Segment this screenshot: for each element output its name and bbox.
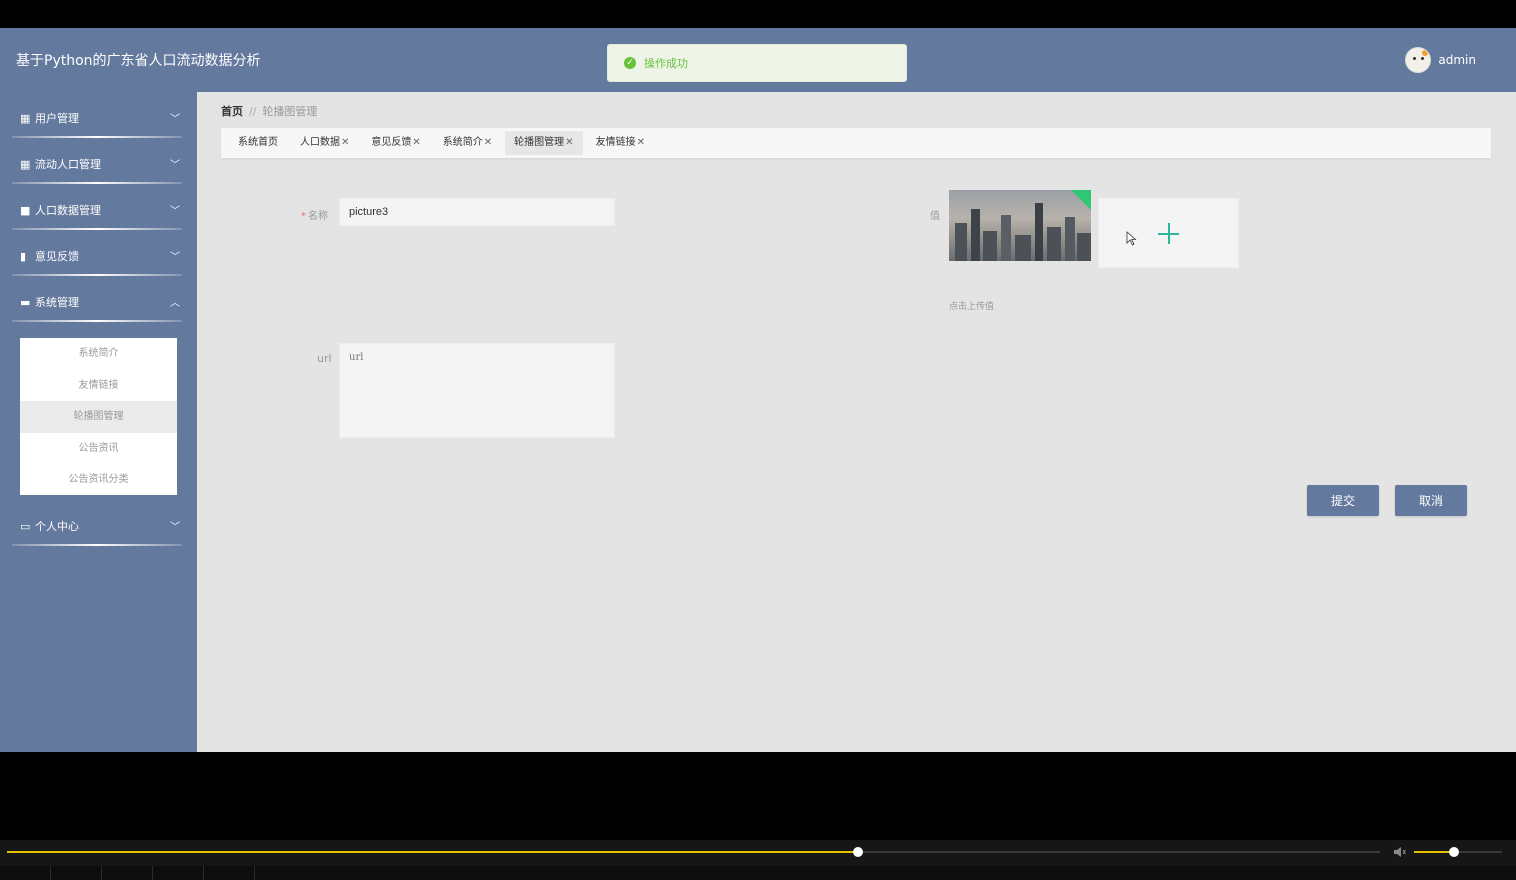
tab-system-intro[interactable]: 系统简介 ✕: [434, 131, 501, 155]
upload-hint: 点击上传值: [949, 302, 995, 312]
player-bottom-bar: [0, 866, 1516, 880]
tab-label: 轮播图管理: [514, 137, 565, 148]
app-window: 基于Python的广东省人口流动数据分析 ✓ 操作成功 admin ▦ 用户管理 ﹀…: [0, 28, 1516, 752]
breadcrumb: 首页 // 轮播图管理: [221, 103, 317, 119]
clipboard-icon: ▮: [20, 249, 27, 263]
success-flag-icon: [1071, 190, 1091, 210]
submenu-item-friend-links[interactable]: 友情链接: [20, 370, 177, 402]
app-title: 基于Python的广东省人口流动数据分析: [16, 53, 261, 69]
video-player-controls: [0, 840, 1516, 880]
sidebar-item-floating-population[interactable]: ▦ 流动人口管理 ﹀: [12, 138, 182, 184]
name-label: * 名称: [301, 207, 328, 222]
grid-icon: ▦: [20, 111, 31, 125]
name-label-text: 名称: [308, 211, 328, 222]
tab-carousel[interactable]: 轮播图管理 ✕: [505, 131, 583, 155]
tab-label: 人口数据: [300, 137, 340, 148]
menu-divider: [12, 320, 182, 322]
uploaded-image-preview[interactable]: [949, 190, 1091, 261]
sidebar-item-population-data[interactable]: ■ 人口数据管理 ﹀: [12, 184, 182, 230]
tab-home[interactable]: 系统首页: [229, 131, 287, 155]
breadcrumb-home[interactable]: 首页: [221, 105, 243, 118]
tab-label: 友情链接: [595, 137, 636, 148]
sidebar-item-personal-center[interactable]: ▭ 个人中心 ﹀: [12, 500, 182, 546]
name-input[interactable]: [339, 198, 615, 226]
close-icon[interactable]: ✕: [637, 131, 645, 155]
close-icon[interactable]: ✕: [412, 131, 420, 155]
chevron-down-icon: ﹀: [170, 252, 180, 263]
chevron-down-icon: ﹀: [170, 160, 180, 171]
monitor-icon: ▬: [20, 295, 31, 309]
mouse-cursor-icon: [1126, 231, 1137, 246]
card-icon: ▭: [20, 519, 31, 533]
sidebar-item-label: 人口数据管理: [35, 204, 101, 217]
value-label: 值: [930, 211, 940, 222]
grid-icon: ▦: [20, 157, 31, 171]
close-icon[interactable]: ✕: [484, 131, 492, 155]
volume-icon[interactable]: [1393, 845, 1407, 859]
user-menu[interactable]: admin: [1405, 47, 1476, 73]
close-icon[interactable]: ✕: [565, 131, 573, 155]
chevron-down-icon: ﹀: [170, 114, 180, 125]
menu-divider: [12, 544, 182, 546]
sidebar-item-label: 意见反馈: [35, 250, 79, 263]
tab-bar: 系统首页 人口数据 ✕ 意见反馈 ✕ 系统简介 ✕ 轮播图管理 ✕ 友情链接 ✕: [221, 128, 1491, 158]
volume-level: [1414, 851, 1454, 853]
sidebar-item-label: 系统管理: [35, 296, 79, 309]
success-toast: ✓ 操作成功: [607, 44, 907, 82]
submenu-item-announcement-categories[interactable]: 公告资讯分类: [20, 464, 177, 496]
url-textarea[interactable]: [339, 343, 615, 438]
check-circle-icon: ✓: [624, 57, 636, 69]
seek-handle[interactable]: [853, 847, 864, 857]
sidebar-item-system-management[interactable]: ▬ 系统管理 ︿: [12, 276, 182, 322]
tab-label: 系统简介: [442, 137, 483, 148]
tab-label: 意见反馈: [371, 137, 412, 148]
breadcrumb-separator: //: [249, 105, 257, 118]
tab-friend-links[interactable]: 友情链接 ✕: [587, 131, 654, 155]
avatar[interactable]: [1405, 47, 1432, 73]
top-header: 基于Python的广东省人口流动数据分析 ✓ 操作成功 admin: [0, 28, 1516, 92]
sidebar-item-label: 流动人口管理: [35, 158, 101, 171]
chevron-down-icon: ﹀: [170, 522, 180, 533]
sidebar-item-label: 用户管理: [35, 112, 79, 125]
system-submenu: 系统简介 友情链接 轮播图管理 公告资讯 公告资讯分类: [20, 338, 177, 495]
volume-slider[interactable]: [1414, 847, 1502, 857]
submenu-item-announcements[interactable]: 公告资讯: [20, 433, 177, 465]
seek-progress: [7, 851, 859, 853]
submenu-item-system-intro[interactable]: 系统简介: [20, 338, 177, 370]
url-label: url: [317, 352, 332, 365]
tab-population-data[interactable]: 人口数据 ✕: [291, 131, 358, 155]
tab-feedback[interactable]: 意见反馈 ✕: [362, 131, 429, 155]
close-icon[interactable]: ✕: [341, 131, 349, 155]
chevron-down-icon: ﹀: [170, 206, 180, 217]
briefcase-icon: ■: [20, 203, 31, 217]
seek-bar[interactable]: [7, 847, 1380, 857]
sidebar-item-user-management[interactable]: ▦ 用户管理 ﹀: [12, 92, 182, 138]
submit-button[interactable]: 提交: [1307, 485, 1379, 516]
breadcrumb-current: 轮播图管理: [262, 105, 318, 118]
plus-icon[interactable]: [1158, 223, 1179, 244]
sidebar-item-feedback[interactable]: ▮ 意见反馈 ﹀: [12, 230, 182, 276]
chevron-up-icon: ︿: [170, 298, 180, 309]
required-mark: *: [301, 211, 306, 222]
volume-handle[interactable]: [1448, 847, 1459, 857]
cancel-button[interactable]: 取消: [1395, 485, 1467, 516]
sidebar-item-label: 个人中心: [35, 520, 79, 533]
username[interactable]: admin: [1438, 53, 1476, 67]
toast-message: 操作成功: [644, 57, 688, 70]
tab-label: 系统首页: [238, 137, 278, 148]
submenu-item-carousel[interactable]: 轮播图管理: [20, 401, 177, 433]
